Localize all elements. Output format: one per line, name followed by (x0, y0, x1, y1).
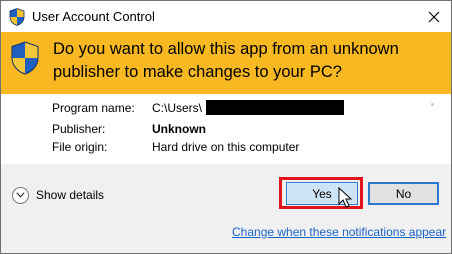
program-path: C:\Users\ (152, 101, 203, 115)
close-button[interactable] (417, 1, 451, 32)
uac-shield-icon (9, 8, 25, 26)
redacted-block (206, 100, 345, 115)
file-origin-row: File origin: Hard drive on this computer (49, 140, 429, 158)
uac-dialog: User Account Control Do you want to allo… (0, 0, 452, 254)
uac-question: Do you want to allow this app from an un… (53, 40, 399, 81)
window-title: User Account Control (32, 9, 155, 24)
publisher-label: Publisher: (52, 122, 106, 136)
button-area (1, 164, 451, 253)
close-icon (428, 11, 440, 22)
publisher-row: Publisher: Unknown (49, 122, 429, 140)
uac-shield-large-icon (10, 41, 40, 75)
title-bar[interactable]: User Account Control (1, 1, 451, 32)
show-details-label: Show details (36, 188, 105, 202)
change-notifications-link[interactable]: Change when these notifications appear (232, 225, 446, 239)
warning-banner: Do you want to allow this app from an un… (1, 32, 451, 94)
file-origin-label: File origin: (52, 140, 108, 154)
program-name-label: Program name: (52, 101, 135, 115)
decorative-dot (431, 103, 434, 106)
file-origin-value: Hard drive on this computer (152, 140, 300, 154)
mouse-cursor-icon (338, 186, 354, 209)
program-name-row: Program name: C:\Users\ (49, 100, 429, 119)
program-name-value: C:\Users\ (152, 100, 345, 115)
no-button[interactable]: No (368, 182, 439, 205)
chevron-down-icon (12, 186, 29, 204)
show-details-toggle[interactable]: Show details (12, 186, 104, 204)
publisher-value: Unknown (152, 122, 206, 136)
